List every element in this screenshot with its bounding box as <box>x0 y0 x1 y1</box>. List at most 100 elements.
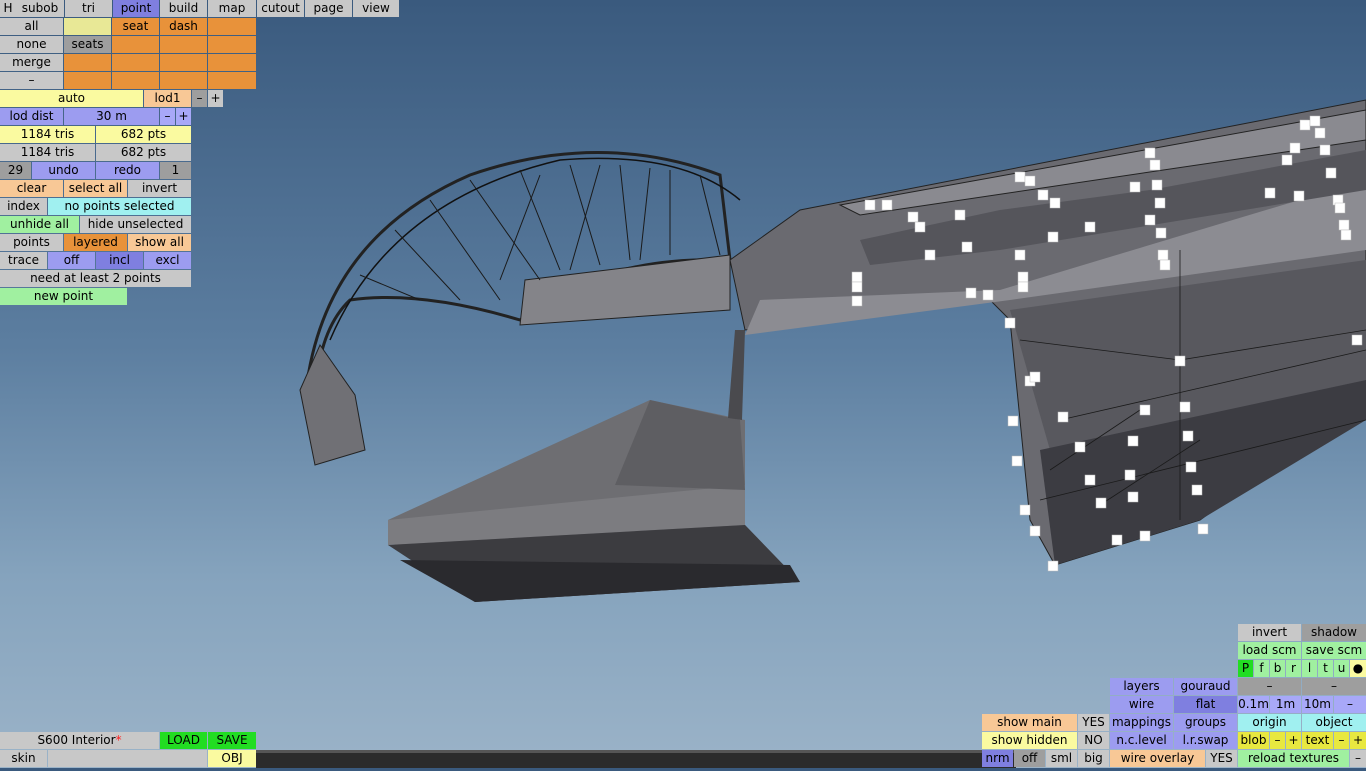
redo-button[interactable]: redo <box>96 162 159 179</box>
br-invert-button[interactable]: invert <box>1238 624 1301 641</box>
hide-unselected-button[interactable]: hide unselected <box>80 216 191 233</box>
trace-button[interactable]: trace <box>0 252 47 269</box>
reload-textures-button[interactable]: reload textures <box>1238 750 1349 767</box>
subob-slot[interactable] <box>160 54 207 71</box>
show-hidden-value[interactable]: NO <box>1078 732 1109 749</box>
subob-slot[interactable] <box>208 18 256 35</box>
subob-slot[interactable] <box>208 54 256 71</box>
subob-dash[interactable]: dash <box>160 18 207 35</box>
wire-overlay-button[interactable]: wire overlay <box>1110 750 1205 767</box>
flag-b[interactable]: b <box>1270 660 1285 677</box>
mappings-button[interactable]: mappings <box>1110 714 1173 731</box>
load-scm-button[interactable]: load scm <box>1238 642 1301 659</box>
select-all-button[interactable]: select all <box>64 180 127 197</box>
flag-p[interactable]: P <box>1238 660 1253 677</box>
trace-excl-button[interactable]: excl <box>144 252 191 269</box>
subob-slot[interactable] <box>208 36 256 53</box>
3d-viewport[interactable] <box>0 0 1366 768</box>
subob-seats[interactable]: seats <box>64 36 111 53</box>
flag-r[interactable]: r <box>1286 660 1301 677</box>
subob-merge-button[interactable]: merge <box>0 54 63 71</box>
subob-slot[interactable] <box>64 54 111 71</box>
flag-f[interactable]: f <box>1254 660 1269 677</box>
object-button[interactable]: object <box>1302 714 1366 731</box>
flag-l[interactable]: l <box>1302 660 1317 677</box>
subob-slot[interactable] <box>160 36 207 53</box>
subob-all-button[interactable]: all <box>0 18 63 35</box>
wire-button[interactable]: wire <box>1110 696 1173 713</box>
tab-map[interactable]: map <box>208 0 256 17</box>
origin-button[interactable]: origin <box>1238 714 1301 731</box>
sml-button[interactable]: sml <box>1046 750 1077 767</box>
trace-off-button[interactable]: off <box>48 252 95 269</box>
invert-button[interactable]: invert <box>128 180 191 197</box>
flag-dot[interactable]: ● <box>1350 660 1366 677</box>
model-name[interactable]: S600 Interior* <box>0 732 159 749</box>
lod-plus-button[interactable]: + <box>208 90 223 107</box>
lod-auto-button[interactable]: auto <box>0 90 143 107</box>
tab-point[interactable]: point <box>113 0 159 17</box>
br-minus-2[interactable]: – <box>1302 678 1366 695</box>
unhide-all-button[interactable]: unhide all <box>0 216 79 233</box>
blob-minus[interactable]: – <box>1270 732 1285 749</box>
trace-incl-button[interactable]: incl <box>96 252 143 269</box>
subob-dash-button[interactable]: – <box>0 72 63 89</box>
subob-seat[interactable]: seat <box>112 18 159 35</box>
blob-button[interactable]: blob <box>1238 732 1269 749</box>
show-main-value[interactable]: YES <box>1078 714 1109 731</box>
skin-field[interactable] <box>48 750 207 767</box>
save-button[interactable]: SAVE <box>208 732 256 749</box>
layered-button[interactable]: layered <box>64 234 127 251</box>
subob-slot-empty[interactable] <box>64 18 111 35</box>
show-main-button[interactable]: show main <box>982 714 1077 731</box>
dist-0-1m[interactable]: 0.1m <box>1238 696 1269 713</box>
new-point-button[interactable]: new point <box>0 288 127 305</box>
flat-button[interactable]: flat <box>1174 696 1237 713</box>
groups-button[interactable]: groups <box>1174 714 1237 731</box>
wire-overlay-value[interactable]: YES <box>1206 750 1237 767</box>
normals-off-button[interactable]: off <box>1014 750 1045 767</box>
dist-10m[interactable]: 10m <box>1302 696 1333 713</box>
lod-dist-minus[interactable]: – <box>160 108 175 125</box>
obj-button[interactable]: OBJ <box>208 750 256 767</box>
subob-slot[interactable] <box>112 72 159 89</box>
tab-page[interactable]: page <box>305 0 352 17</box>
nrm-button[interactable]: nrm <box>982 750 1013 767</box>
text-plus[interactable]: + <box>1350 732 1366 749</box>
save-scm-button[interactable]: save scm <box>1302 642 1366 659</box>
lod-dist-value[interactable]: 30 m <box>64 108 159 125</box>
tab-view[interactable]: view <box>353 0 399 17</box>
show-hidden-button[interactable]: show hidden <box>982 732 1077 749</box>
dist-minus[interactable]: – <box>1334 696 1366 713</box>
subob-slot[interactable] <box>208 72 256 89</box>
gouraud-button[interactable]: gouraud <box>1174 678 1237 695</box>
lod-minus-button[interactable]: – <box>192 90 207 107</box>
flag-u[interactable]: u <box>1334 660 1349 677</box>
tab-tri[interactable]: tri <box>65 0 112 17</box>
layers-button[interactable]: layers <box>1110 678 1173 695</box>
subob-none-button[interactable]: none <box>0 36 63 53</box>
subob-slot[interactable] <box>112 36 159 53</box>
subob-slot[interactable] <box>64 72 111 89</box>
tab-build[interactable]: build <box>160 0 207 17</box>
clear-button[interactable]: clear <box>0 180 63 197</box>
tab-subob[interactable]: subob <box>16 0 64 17</box>
big-button[interactable]: big <box>1078 750 1109 767</box>
nc-level-button[interactable]: n.c.level <box>1110 732 1173 749</box>
br-last-minus[interactable]: – <box>1350 750 1366 767</box>
shadow-button[interactable]: shadow <box>1302 624 1366 641</box>
undo-button[interactable]: undo <box>32 162 95 179</box>
tab-cutout[interactable]: cutout <box>257 0 304 17</box>
h-toggle[interactable]: H <box>0 0 16 17</box>
flag-t[interactable]: t <box>1318 660 1333 677</box>
lr-swap-button[interactable]: l.r.swap <box>1174 732 1237 749</box>
subob-slot[interactable] <box>160 72 207 89</box>
lod-dist-plus[interactable]: + <box>176 108 191 125</box>
text-button[interactable]: text <box>1302 732 1333 749</box>
lod-level-button[interactable]: lod1 <box>144 90 191 107</box>
subob-slot[interactable] <box>112 54 159 71</box>
br-minus-1[interactable]: – <box>1238 678 1301 695</box>
text-minus[interactable]: – <box>1334 732 1349 749</box>
points-button[interactable]: points <box>0 234 63 251</box>
blob-plus[interactable]: + <box>1286 732 1301 749</box>
